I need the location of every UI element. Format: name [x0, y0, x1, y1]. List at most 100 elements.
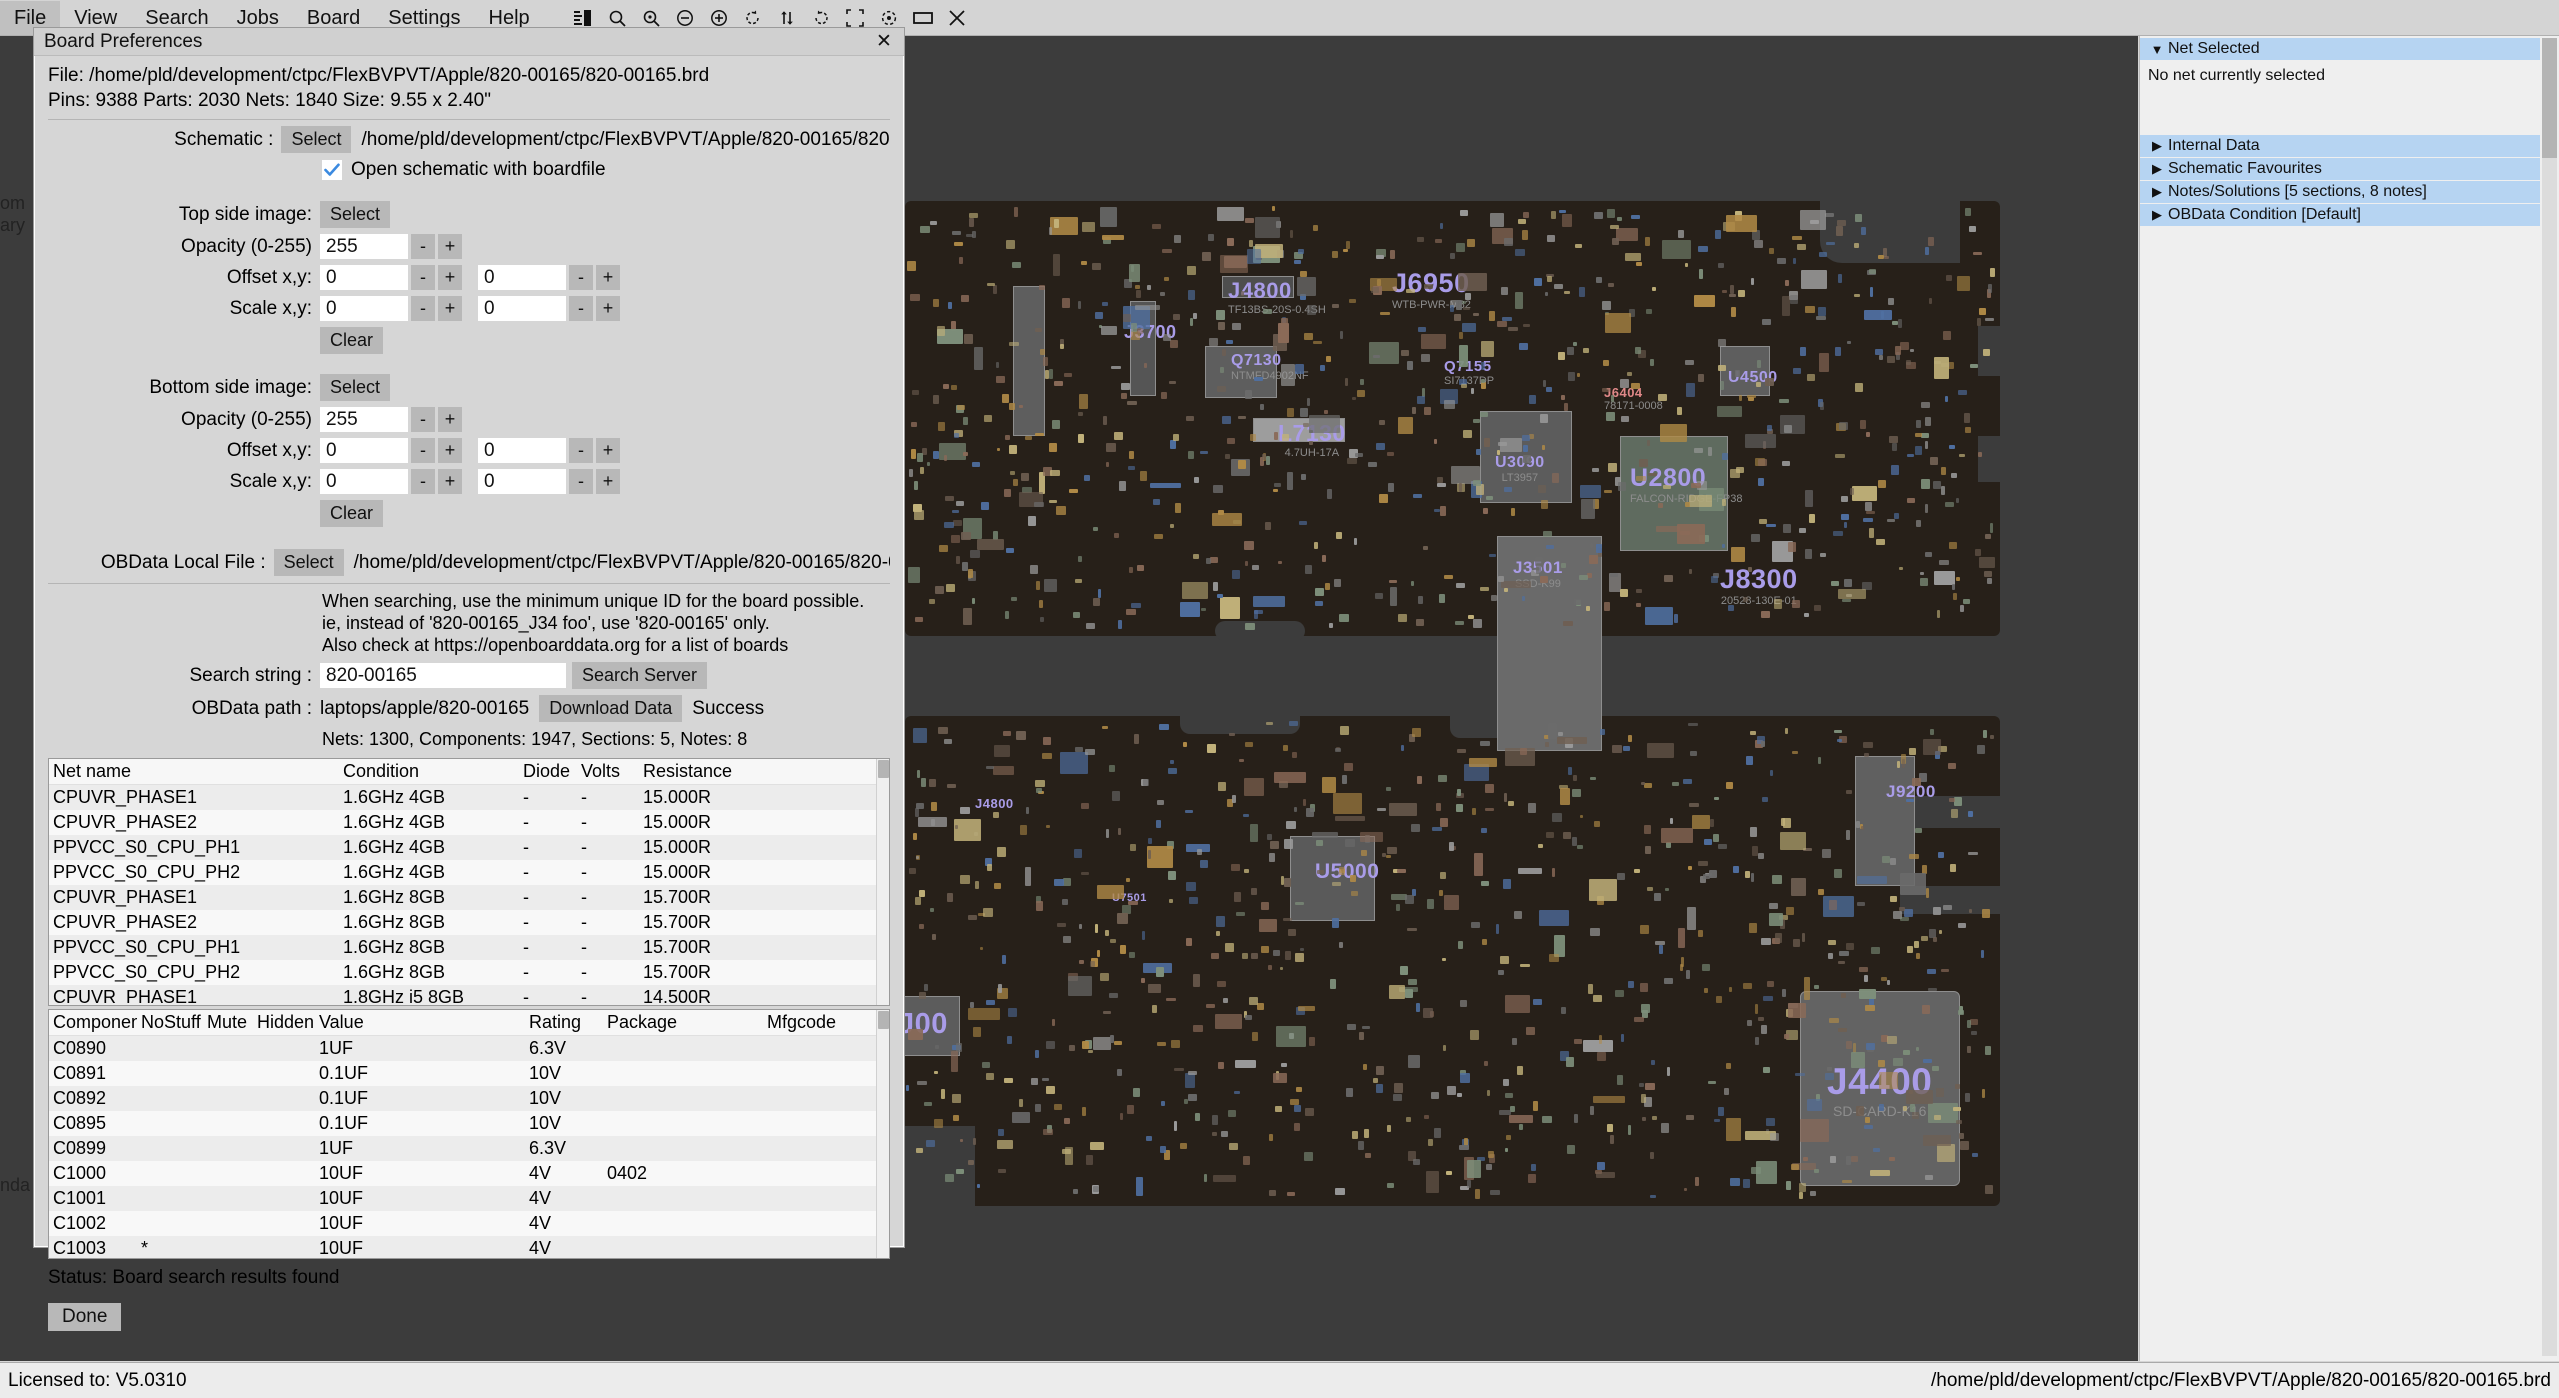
nets-table-scrollbar[interactable] [876, 759, 889, 1005]
bottom-image-clear-button[interactable]: Clear [320, 500, 384, 527]
panel-section-obdata-condition[interactable]: ▶ OBData Condition [Default] [2140, 204, 2540, 226]
top-image-select-button[interactable]: Select [320, 201, 391, 228]
top-scale-y-decrement[interactable]: - [569, 296, 593, 321]
components-table-scroll-thumb[interactable] [878, 1011, 889, 1029]
components-table-scrollbar[interactable] [876, 1010, 889, 1258]
top-scale-y-increment[interactable]: + [596, 296, 620, 321]
nets-col-volts[interactable]: Volts [577, 759, 639, 785]
bottom-offset-y-input[interactable]: 0 [478, 438, 566, 463]
components-table-row[interactable]: C1003 * 10UF 4V [49, 1236, 889, 1258]
schematic-select-button[interactable]: Select [281, 126, 352, 153]
download-data-button[interactable]: Download Data [539, 695, 683, 722]
components-table-row[interactable]: C1000 10UF 4V 0402 [49, 1161, 889, 1186]
board-pad [1334, 747, 1341, 753]
nets-table-row[interactable]: CPUVR_PHASE2 1.6GHz 8GB - -15.700R [49, 910, 889, 935]
nets-table-row[interactable]: CPUVR_PHASE2 1.6GHz 4GB - -15.000R [49, 810, 889, 835]
nets-table-row[interactable]: PPVCC_S0_CPU_PH2 1.6GHz 4GB - -15.000R [49, 860, 889, 885]
components-table-row[interactable]: C0899 1UF 6.3V [49, 1136, 889, 1161]
nets-table-row[interactable]: PPVCC_S0_CPU_PH2 1.6GHz 8GB - -15.700R [49, 960, 889, 985]
bottom-scale-y-increment[interactable]: + [596, 469, 620, 494]
top-opacity-decrement[interactable]: - [411, 234, 435, 259]
components-table-row[interactable]: C1001 10UF 4V [49, 1186, 889, 1211]
bottom-image-select-button[interactable]: Select [320, 374, 391, 401]
bottom-offset-y-decrement[interactable]: - [569, 438, 593, 463]
bottom-scale-y-input[interactable]: 0 [478, 469, 566, 494]
panel-section-notes-solutions[interactable]: ▶ Notes/Solutions [5 sections, 8 notes] [2140, 181, 2540, 203]
search-input[interactable]: 820-00165 [320, 663, 566, 688]
top-scale-x-decrement[interactable]: - [411, 296, 435, 321]
top-scale-y-input[interactable]: 0 [478, 296, 566, 321]
top-scale-x-increment[interactable]: + [438, 296, 462, 321]
comp-col-value[interactable]: Value [315, 1010, 525, 1036]
bottom-scale-x-decrement[interactable]: - [411, 469, 435, 494]
comp-col-mfgcode[interactable]: Mfgcode [763, 1010, 889, 1036]
nets-table-row[interactable]: CPUVR_PHASE1 1.8GHz i5 8GB - -14.500R [49, 985, 889, 1005]
top-offset-x-input[interactable]: 0 [320, 265, 408, 290]
nets-col-condition[interactable]: Condition [339, 759, 519, 785]
top-image-clear-button[interactable]: Clear [320, 327, 384, 354]
top-opacity-increment[interactable]: + [438, 234, 462, 259]
comp-col-component[interactable]: Component [49, 1010, 137, 1036]
components-table-row[interactable]: C0892 0.1UF 10V [49, 1086, 889, 1111]
nets-table-row[interactable]: CPUVR_PHASE1 1.6GHz 4GB - -15.000R [49, 784, 889, 810]
board-pad [1199, 450, 1209, 455]
bottom-offset-y-increment[interactable]: + [596, 438, 620, 463]
comp-col-nostuff[interactable]: NoStuff [137, 1010, 203, 1036]
components-table-row[interactable]: C0891 0.1UF 10V [49, 1061, 889, 1086]
panel-section-schematic-favourites[interactable]: ▶ Schematic Favourites [2140, 158, 2540, 180]
dialog-titlebar[interactable]: Board Preferences ✕ [34, 28, 904, 56]
top-offset-x-increment[interactable]: + [438, 265, 462, 290]
nets-col-net-name[interactable]: Net name [49, 759, 339, 785]
components-table-row[interactable]: C0890 1UF 6.3V [49, 1035, 889, 1061]
board-pad [1803, 613, 1809, 617]
board-pad [1784, 1034, 1790, 1040]
right-panel-scroll-thumb[interactable] [2542, 38, 2557, 158]
bottom-scale-x-increment[interactable]: + [438, 469, 462, 494]
board-pad [1280, 363, 1296, 386]
comp-col-rating[interactable]: Rating [525, 1010, 603, 1036]
bottom-opacity-increment[interactable]: + [438, 407, 462, 432]
right-panel-scrollbar[interactable] [2542, 38, 2557, 1356]
nets-table-scroll-thumb[interactable] [878, 760, 889, 778]
nets-table-row[interactable]: PPVCC_S0_CPU_PH1 1.6GHz 4GB - -15.000R [49, 835, 889, 860]
components-table[interactable]: Component NoStuff Mute Hidden Value Rati… [48, 1009, 890, 1259]
comp-col-hidden[interactable]: Hidden [253, 1010, 315, 1036]
board-pad [953, 520, 962, 526]
nets-table-row[interactable]: PPVCC_S0_CPU_PH1 1.6GHz 8GB - -15.700R [49, 935, 889, 960]
bottom-opacity-decrement[interactable]: - [411, 407, 435, 432]
top-offset-x-decrement[interactable]: - [411, 265, 435, 290]
top-scale-x-input[interactable]: 0 [320, 296, 408, 321]
bottom-offset-x-decrement[interactable]: - [411, 438, 435, 463]
bottom-offset-x-increment[interactable]: + [438, 438, 462, 463]
panel-section-internal-data[interactable]: ▶ Internal Data [2140, 135, 2540, 157]
done-button[interactable]: Done [48, 1303, 122, 1331]
top-opacity-input[interactable]: 255 [320, 234, 408, 259]
table-cell: C0892 [53, 1088, 107, 1108]
panel-section-net-selected[interactable]: ▼ Net Selected [2140, 38, 2540, 60]
nets-col-resistance[interactable]: Resistance [639, 759, 889, 785]
components-table-row[interactable]: C0895 0.1UF 10V [49, 1111, 889, 1136]
dialog-close-icon[interactable]: ✕ [874, 30, 894, 53]
bottom-scale-x-input[interactable]: 0 [320, 469, 408, 494]
bottom-offset-x-input[interactable]: 0 [320, 438, 408, 463]
comp-col-mute[interactable]: Mute [203, 1010, 253, 1036]
open-schematic-checkbox-row[interactable]: Open schematic with boardfile [322, 159, 890, 181]
bottom-scale-y-decrement[interactable]: - [569, 469, 593, 494]
comp-col-package[interactable]: Package [603, 1010, 763, 1036]
search-server-button[interactable]: Search Server [572, 662, 708, 689]
nets-col-diode[interactable]: Diode [519, 759, 577, 785]
board-pad [1608, 282, 1615, 287]
top-offset-y-input[interactable]: 0 [478, 265, 566, 290]
open-schematic-checkbox[interactable] [322, 160, 342, 180]
nets-table-row[interactable]: CPUVR_PHASE1 1.6GHz 8GB - -15.700R [49, 885, 889, 910]
board-pad [1859, 989, 1876, 999]
obdata-select-button[interactable]: Select [273, 549, 344, 576]
rectangle-icon[interactable] [906, 3, 940, 33]
close-icon[interactable] [940, 3, 974, 33]
top-offset-y-increment[interactable]: + [596, 265, 620, 290]
top-offset-y-decrement[interactable]: - [569, 265, 593, 290]
bottom-opacity-input[interactable]: 255 [320, 407, 408, 432]
nets-table[interactable]: Net name Condition Diode Volts Resistanc… [48, 758, 890, 1006]
components-table-row[interactable]: C1002 10UF 4V [49, 1211, 889, 1236]
board-pad [1094, 923, 1099, 934]
